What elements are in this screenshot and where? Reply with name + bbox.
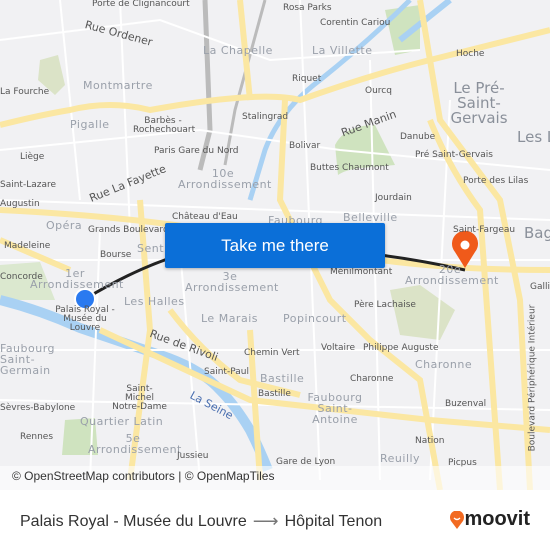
map-label: Bolivar	[289, 141, 321, 151]
map-label: Saint-Michel Notre-Dame	[112, 384, 167, 412]
map-label: Sèvres-Babylone	[0, 403, 76, 413]
map-label: Concorde	[0, 272, 43, 282]
take-me-there-button[interactable]: Take me there	[165, 223, 385, 268]
map-label: Philippe Auguste	[363, 343, 439, 353]
map-label: Pigalle	[70, 118, 110, 131]
map-label: Bastille	[260, 372, 305, 385]
map-attribution[interactable]: © OpenStreetMap contributors | © OpenMap…	[0, 466, 550, 490]
map-label: Buttes Chaumont	[310, 163, 389, 173]
map-label: Liège	[20, 152, 45, 162]
map-label: Château d'Eau	[172, 212, 238, 222]
map-label: Palais Royal - Musée du Louvre	[55, 305, 115, 333]
map-label: Jourdain	[375, 193, 412, 203]
map-label: Corentin Cariou	[320, 18, 391, 28]
map-label: Popincourt	[283, 312, 347, 325]
map-label: Ourcq	[365, 86, 392, 96]
map-label: Les Halles	[124, 295, 185, 308]
map-label: Opéra	[46, 219, 83, 232]
map-label: Nation	[415, 436, 445, 446]
map[interactable]: Porte de Clignancourt Rosa Parks Corenti…	[0, 0, 550, 490]
map-label: Quartier Latin	[80, 415, 164, 428]
map-label: Hoche	[456, 49, 485, 59]
arrow-right-icon: ⟶	[252, 511, 279, 531]
map-label: Montmartre	[83, 79, 153, 92]
map-label: Saint-Fargeau	[453, 225, 516, 235]
destination-name: Hôpital Tenon	[284, 512, 383, 530]
map-label: Ménilmontant	[330, 267, 393, 277]
map-label: 20e Arrondissement	[405, 263, 499, 287]
logo-text: moovit	[464, 508, 530, 530]
map-label: Pré Saint-Gervais	[415, 150, 493, 160]
map-label: Reuilly	[380, 452, 421, 465]
map-label: Augustin	[0, 199, 40, 209]
map-label: Danube	[400, 132, 436, 142]
map-label: Les L	[517, 128, 550, 146]
map-label: La Fourche	[0, 87, 50, 97]
map-label: Jussieu	[177, 451, 209, 461]
map-label: 10e Arrondissement	[178, 167, 272, 191]
map-label: Charonne	[415, 358, 473, 371]
map-label: Charonne	[350, 374, 394, 384]
map-label: Père Lachaise	[354, 300, 416, 310]
map-label: Barbès - Rochechouart	[133, 116, 196, 135]
map-label: Faubourg Saint-Antoine	[307, 391, 363, 426]
map-label: Saint-Lazare	[0, 180, 57, 190]
map-label: Bag	[524, 224, 550, 242]
map-label: Paris Gare du Nord	[154, 146, 239, 156]
map-label: 3e Arrondissement	[185, 270, 279, 294]
map-label: Porte de Clignancourt	[92, 0, 190, 9]
moovit-logo[interactable]: moovit	[450, 508, 530, 531]
map-label: Porte des Lilas	[463, 176, 529, 186]
map-label: Galliéni	[530, 282, 550, 292]
map-label: 1er Arrondissement	[30, 267, 124, 291]
map-label: Grands Boulevards	[88, 225, 174, 235]
map-label: Stalingrad	[242, 112, 289, 122]
route-title: Palais Royal - Musée du Louvre ⟶ Hôpital…	[20, 511, 382, 532]
map-label: Boulevard Périphérique Intérieur	[527, 304, 538, 452]
moovit-pin-icon	[450, 510, 465, 529]
map-label: La Chapelle	[203, 44, 273, 57]
map-label: Voltaire	[321, 343, 356, 353]
map-label: Bourse	[100, 250, 132, 260]
origin-name: Palais Royal - Musée du Louvre	[20, 512, 247, 530]
map-label: La Villette	[312, 44, 373, 57]
map-label: Faubourg Saint-Germain	[0, 342, 56, 377]
map-label: Saint-Paul	[204, 367, 249, 377]
map-label: 5e Arrondissement	[88, 432, 182, 456]
rail	[197, 0, 213, 171]
map-label: Madeleine	[4, 241, 51, 251]
footer: Palais Royal - Musée du Louvre ⟶ Hôpital…	[0, 490, 550, 550]
map-label: Bastille	[258, 389, 291, 399]
park-pere-lachaise	[390, 285, 455, 340]
map-label: Buzenval	[445, 399, 487, 409]
map-label: Belleville	[343, 211, 398, 224]
map-label: Chemin Vert	[244, 348, 300, 358]
map-label: Rosa Parks	[283, 3, 332, 13]
map-label: Rennes	[20, 432, 54, 442]
map-label: Le Marais	[201, 312, 258, 325]
map-label: Le Pré-Saint-Gervais	[450, 79, 508, 127]
map-label: Riquet	[292, 74, 322, 84]
